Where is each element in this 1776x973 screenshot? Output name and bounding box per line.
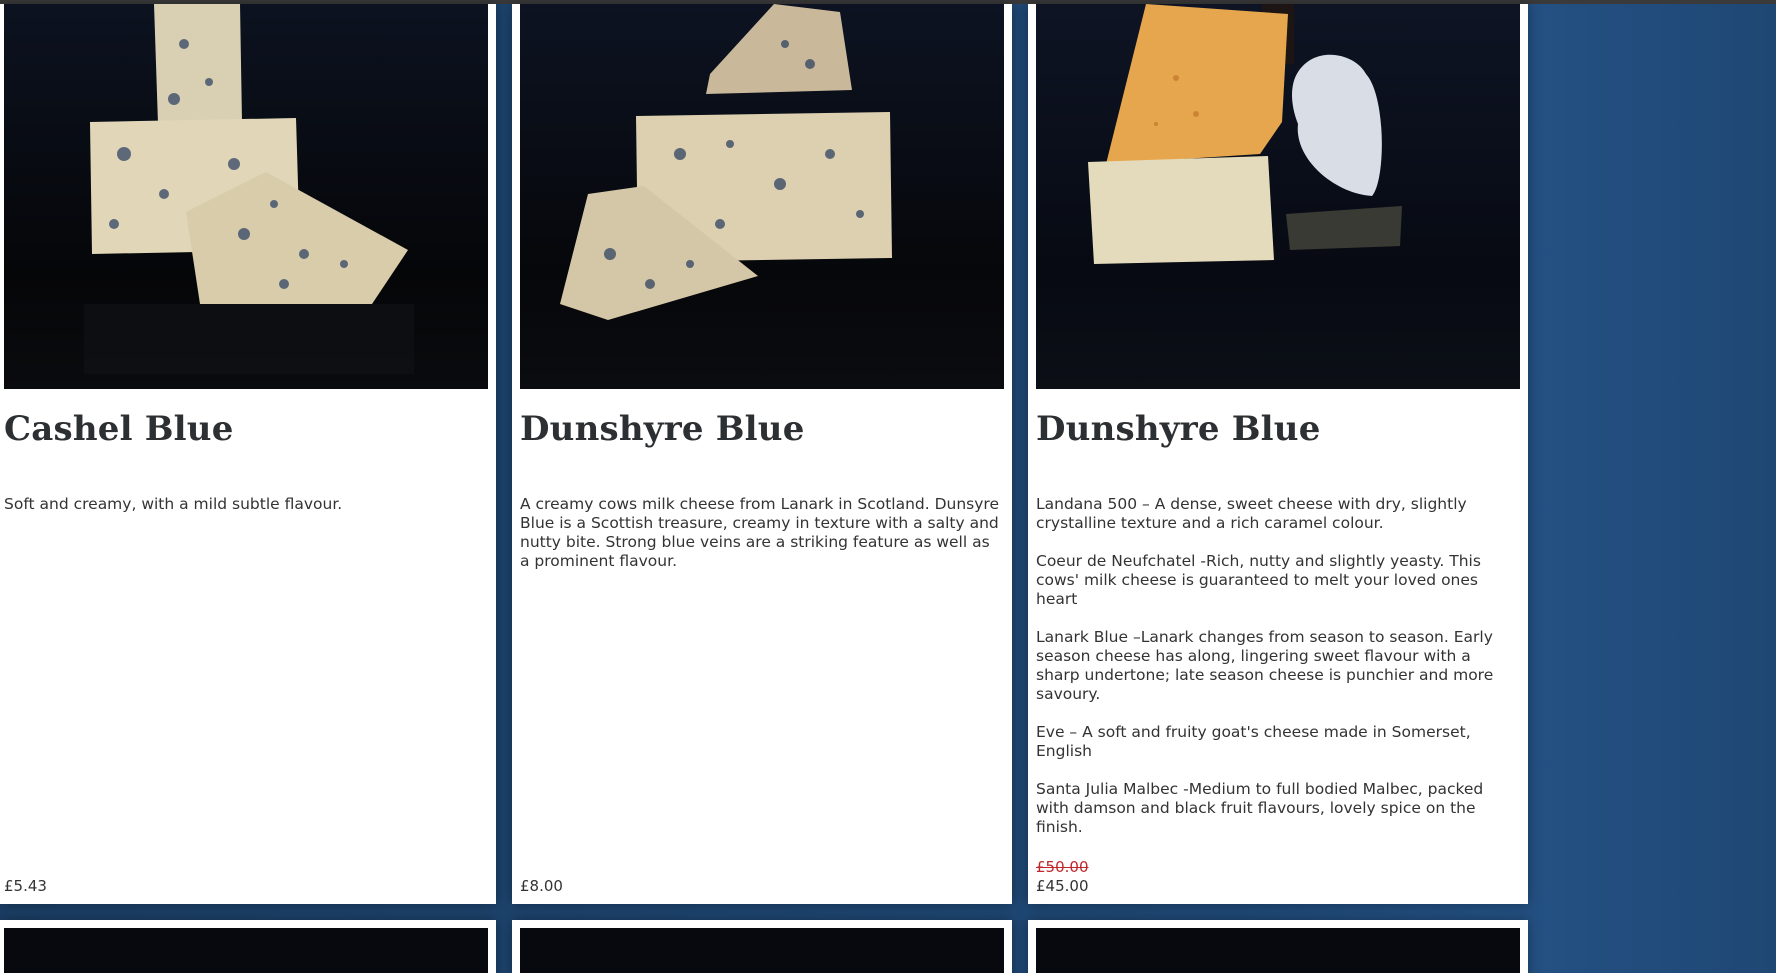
description-paragraph: Santa Julia Malbec -Medium to full bodie… [1036, 780, 1484, 836]
description-paragraph: Lanark Blue –Lanark changes from season … [1036, 628, 1494, 703]
description-paragraph: Coeur de Neufchatel -Rich, nutty and sli… [1036, 552, 1481, 608]
product-card[interactable] [0, 920, 496, 973]
product-card[interactable] [1028, 920, 1528, 973]
product-image[interactable] [520, 4, 1004, 389]
product-card[interactable]: Dunshyre Blue A creamy cows milk cheese … [512, 4, 1012, 904]
description-paragraph: Landana 500 – A dense, sweet cheese with… [1036, 495, 1467, 532]
product-card[interactable]: Cashel Blue Soft and creamy, with a mild… [0, 4, 496, 904]
description-paragraph: A creamy cows milk cheese from Lanark in… [520, 495, 1000, 570]
product-price: £8.00 [520, 877, 563, 895]
description-paragraph: Eve – A soft and fruity goat's cheese ma… [1036, 723, 1471, 760]
product-image[interactable] [1036, 928, 1520, 973]
description-paragraph: Soft and creamy, with a mild subtle flav… [4, 495, 343, 513]
product-image[interactable] [4, 4, 488, 389]
product-price: £5.43 [4, 877, 47, 895]
product-image[interactable] [1036, 4, 1520, 389]
product-title[interactable]: Dunshyre Blue [520, 409, 805, 449]
product-card[interactable] [512, 920, 1012, 973]
original-price: £50.00 [1036, 858, 1089, 876]
product-title[interactable]: Dunshyre Blue [1036, 409, 1321, 449]
product-description: Landana 500 – A dense, sweet cheese with… [1036, 495, 1512, 856]
sale-price: £45.00 [1036, 877, 1089, 895]
product-description: A creamy cows milk cheese from Lanark in… [520, 495, 1000, 590]
product-image[interactable] [520, 928, 1004, 973]
product-description: Soft and creamy, with a mild subtle flav… [4, 495, 484, 533]
product-image[interactable] [4, 928, 488, 973]
product-title[interactable]: Cashel Blue [4, 409, 234, 449]
product-card[interactable]: Dunshyre Blue Landana 500 – A dense, swe… [1028, 4, 1528, 904]
